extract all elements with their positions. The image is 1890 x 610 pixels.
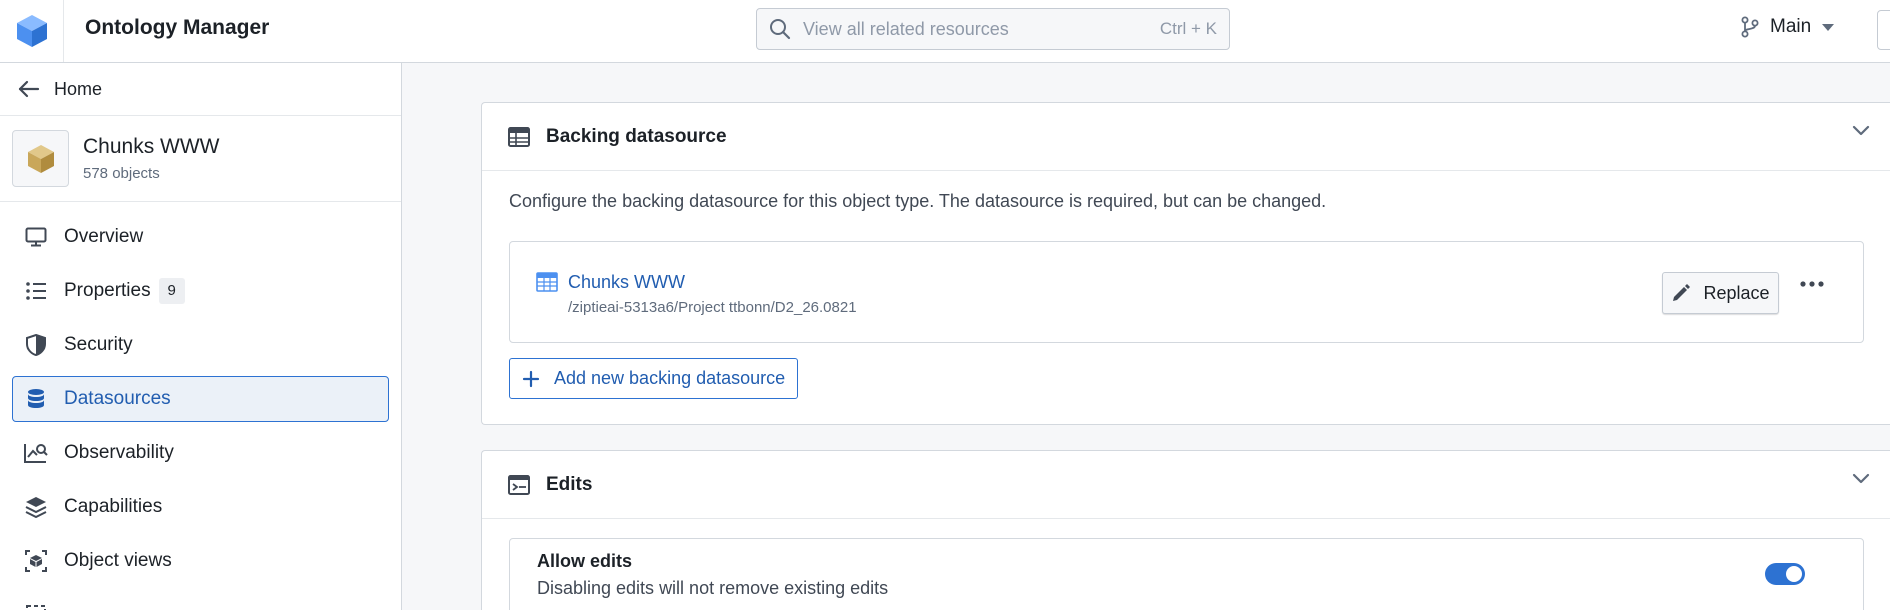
cube-icon: [27, 144, 54, 173]
sidebar: Home Chunks WWW 578 objects Overview Pro…: [0, 63, 402, 610]
sidebar-item-label: Capabilities: [64, 496, 163, 517]
git-branch-icon: [1741, 16, 1759, 38]
sidebar-item-more[interactable]: [12, 592, 389, 610]
allow-edits-toggle[interactable]: [1765, 563, 1805, 585]
add-backing-datasource-label: Add new backing datasource: [554, 368, 786, 388]
properties-count-badge: 9: [158, 278, 185, 304]
edits-header[interactable]: Edits: [482, 451, 1890, 519]
sidebar-item-label: Overview: [64, 226, 144, 247]
edits-title: Edits: [546, 473, 593, 495]
backing-datasource-description: Configure the backing datasource for thi…: [509, 191, 1327, 211]
branch-name: Main: [1770, 16, 1812, 37]
sidebar-item-properties[interactable]: Properties 9: [12, 268, 389, 314]
search-input[interactable]: View all related resources Ctrl + K: [756, 8, 1230, 50]
search-placeholder: View all related resources: [803, 18, 1009, 39]
edit-form-icon: [508, 474, 530, 495]
table-icon: [508, 126, 530, 147]
app-logo[interactable]: [0, 0, 64, 62]
sidebar-item-label: Datasources: [64, 388, 171, 409]
sidebar-item-label: Security: [64, 334, 133, 355]
datasource-path: /ziptieai-5313a6/Project ttbonn/D2_26.08…: [568, 299, 857, 316]
datasource-link[interactable]: Chunks WWW: [568, 272, 685, 293]
caret-down-icon: [1822, 24, 1835, 31]
sidebar-nav: Overview Properties 9 Security Datasourc…: [0, 202, 401, 610]
backing-datasource-card: Backing datasource Configure the backing…: [481, 102, 1890, 425]
backing-datasource-header[interactable]: Backing datasource: [482, 103, 1890, 171]
home-link[interactable]: Home: [0, 63, 401, 116]
search-icon: [770, 19, 791, 40]
layers-icon: [25, 497, 47, 518]
chevron-down-icon[interactable]: [1852, 473, 1870, 485]
dataset-table-icon: [536, 272, 558, 292]
backing-datasource-title: Backing datasource: [546, 125, 727, 147]
top-bar: Ontology Manager View all related resour…: [0, 0, 1890, 63]
home-label: Home: [54, 78, 103, 99]
topbar-action-button[interactable]: [1877, 10, 1890, 50]
sidebar-item-object-views[interactable]: Object views: [12, 538, 389, 584]
sidebar-item-security[interactable]: Security: [12, 322, 389, 368]
plus-icon: [522, 370, 540, 387]
object-count: 578 objects: [83, 165, 160, 182]
object-type-name: Chunks WWW: [83, 135, 220, 158]
sidebar-item-label: Object views: [64, 550, 172, 571]
allow-edits-title: Allow edits: [537, 551, 633, 571]
sidebar-item-label: Observability: [64, 442, 174, 463]
allow-edits-row: Allow edits Disabling edits will not rem…: [509, 538, 1864, 610]
database-icon: [28, 389, 44, 408]
replace-label: Replace: [1703, 282, 1770, 303]
sidebar-item-observability[interactable]: Observability: [12, 430, 389, 476]
allow-edits-subtitle: Disabling edits will not remove existing…: [537, 578, 889, 598]
chevron-down-icon[interactable]: [1852, 125, 1870, 137]
cube-view-icon: [25, 550, 47, 572]
chart-search-icon: [24, 444, 48, 463]
pencil-icon: [1673, 284, 1691, 301]
shield-icon: [26, 334, 46, 356]
datasource-item: Chunks WWW /ziptieai-5313a6/Project ttbo…: [509, 241, 1864, 343]
monitor-icon: [25, 227, 47, 247]
arrow-left-icon: [18, 80, 40, 98]
object-type-header: Chunks WWW 578 objects: [0, 116, 401, 202]
search-shortcut: Ctrl + K: [1159, 19, 1217, 38]
object-type-icon: [12, 130, 69, 187]
edits-card: Edits Allow edits Disabling edits will n…: [481, 450, 1890, 610]
list-icon: [26, 282, 46, 300]
app-title: Ontology Manager: [85, 16, 270, 39]
sidebar-item-datasources[interactable]: Datasources: [12, 376, 389, 422]
sidebar-item-overview[interactable]: Overview: [12, 214, 389, 260]
replace-button[interactable]: Replace: [1662, 272, 1779, 314]
dashed-square-icon: [26, 605, 46, 610]
cube-logo-icon: [16, 15, 47, 47]
more-options-icon[interactable]: [1800, 280, 1824, 288]
add-backing-datasource-button[interactable]: Add new backing datasource: [509, 358, 799, 399]
branch-selector[interactable]: Main: [1740, 16, 1835, 38]
sidebar-item-label: Properties: [64, 280, 151, 301]
sidebar-item-capabilities[interactable]: Capabilities: [12, 484, 389, 530]
